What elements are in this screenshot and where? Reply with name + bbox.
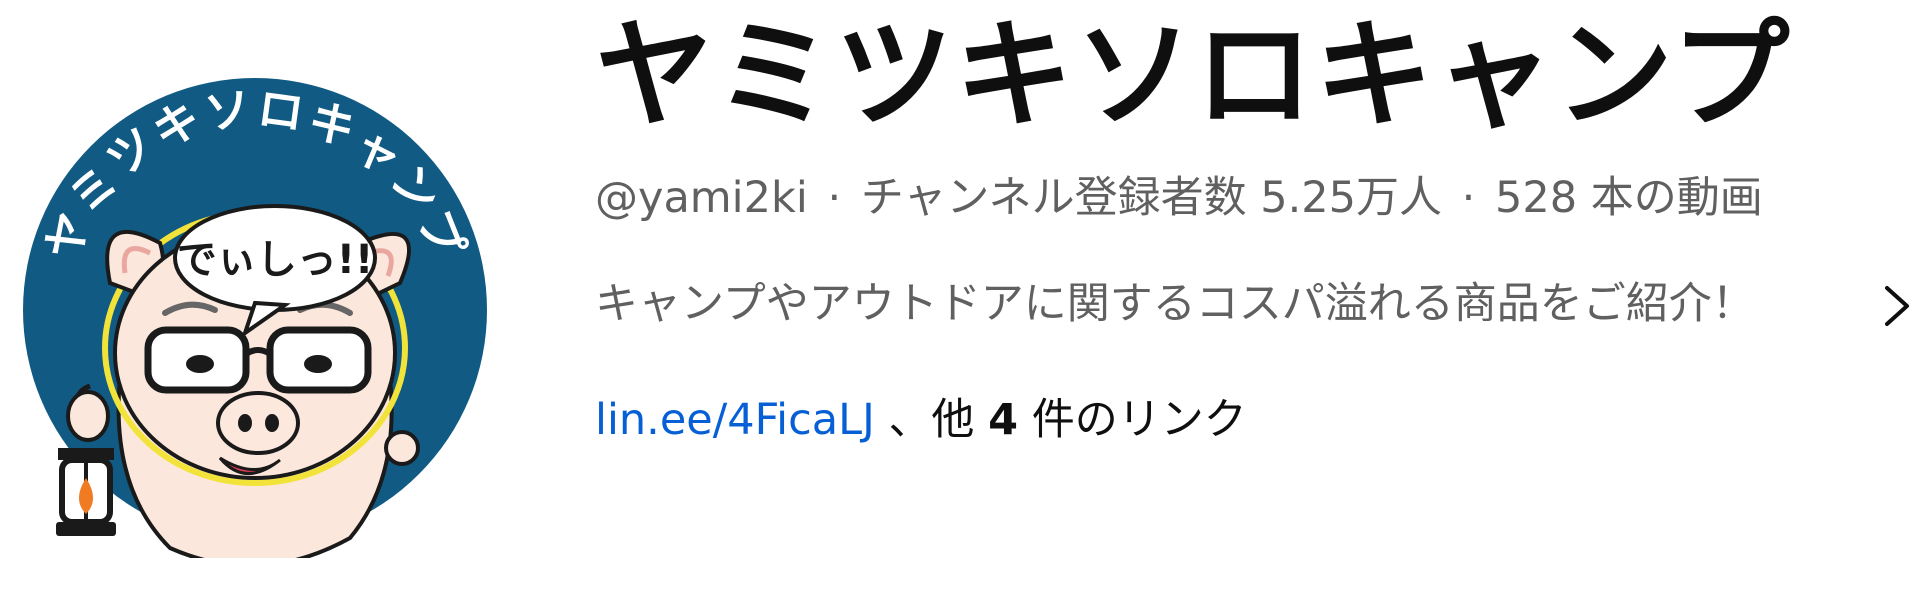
channel-avatar[interactable]: ヤミツキソロキャンプ でぃしっ!!	[0, 48, 510, 558]
channel-handle: @yami2ki	[595, 173, 808, 223]
primary-link[interactable]: lin.ee/4FicaLJ	[595, 395, 875, 445]
chevron-right-icon	[1885, 286, 1909, 326]
channel-description-button[interactable]: キャンプやアウトドアに関するコスパ溢れる商品をご紹介！	[595, 278, 1915, 338]
subscriber-count: チャンネル登録者数 5.25万人	[860, 173, 1442, 223]
meta-separator: ·	[827, 173, 842, 223]
channel-name: ヤミツキソロキャンプ	[595, 6, 1792, 144]
more-links-button[interactable]: 、他 4 件のリンク	[888, 395, 1246, 445]
channel-meta: @yami2ki · チャンネル登録者数 5.25万人 · 528 本の動画	[595, 172, 1763, 224]
links-middle-text: 、他	[888, 395, 975, 445]
video-count: 528 本の動画	[1495, 173, 1763, 223]
channel-description: キャンプやアウトドアに関するコスパ溢れる商品をご紹介！	[595, 279, 1755, 329]
avatar-illustration: ヤミツキソロキャンプ でぃしっ!!	[23, 78, 487, 558]
links-count: 4	[988, 395, 1019, 445]
links-suffix-text: 件のリンク	[1031, 395, 1247, 445]
meta-separator: ·	[1461, 173, 1476, 223]
speech-bubble-text: でぃしっ!!	[177, 237, 373, 283]
channel-links: lin.ee/4FicaLJ 、他 4 件のリンク	[595, 394, 1247, 446]
